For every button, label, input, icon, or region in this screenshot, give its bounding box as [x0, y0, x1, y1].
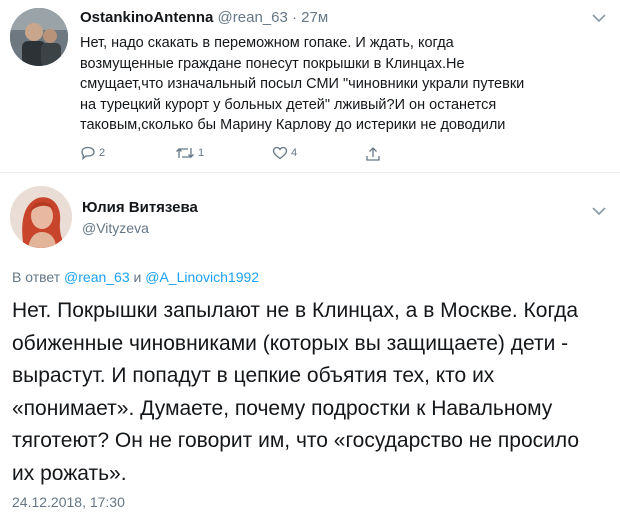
reply-context: В ответ @rean_63 и @A_Linovich1992 [12, 269, 259, 285]
retweet-count: 1 [198, 147, 205, 159]
heart-icon [272, 146, 288, 160]
text-line: тяготеют? Он не говорит им, что «государ… [12, 429, 580, 452]
author-name-2[interactable]: Юлия Витязева [82, 199, 198, 216]
reply-count: 2 [99, 147, 106, 159]
tweet-1-text: Нет, надо скакать в переможном гопаке. И… [80, 33, 590, 136]
reply-prefix: В ответ [12, 269, 61, 285]
text-line: «понимает». Думаете, почему подростки к … [12, 396, 553, 420]
author-handle-2[interactable]: @Vityzeva [82, 220, 149, 236]
text-line: вырастут. И попадут в цепкие объятия тех… [12, 364, 495, 387]
text-line: Нет. Покрышки запылают не в Клинцах, а в… [12, 299, 579, 322]
text-line: Нет, надо скакать в переможном гопаке. И… [80, 35, 454, 51]
divider [0, 172, 620, 173]
tweet-timestamp[interactable]: 24.12.2018, 17:30 [12, 494, 125, 510]
reply-handle-link[interactable]: @A_Linovich1992 [145, 269, 259, 285]
chevron-down-icon[interactable] [592, 10, 606, 26]
share-button[interactable] [365, 146, 381, 162]
reply-handle-link[interactable]: @rean_63 [64, 269, 130, 285]
text-line: их рожать». [12, 461, 127, 485]
author-handle[interactable]: @rean_63 [218, 9, 288, 26]
tweet-1: OstankinoAntenna @rean_63 · 27м Нет, над… [0, 0, 620, 170]
retweet-button[interactable]: 1 [175, 146, 204, 160]
share-icon [365, 146, 381, 162]
chevron-down-icon[interactable] [592, 203, 606, 219]
author-name[interactable]: OstankinoAntenna [80, 9, 213, 26]
tweet-1-header: OstankinoAntenna @rean_63 · 27м [80, 9, 328, 26]
like-count: 4 [291, 147, 298, 159]
avatar-vityzeva[interactable] [10, 186, 72, 248]
header-separator: · [291, 9, 297, 26]
reply-button[interactable]: 2 [80, 146, 105, 160]
text-line: возмущенные граждане понесут покрышки в … [80, 55, 465, 72]
text-line: на турецкий курорт у больных детей" лжив… [80, 96, 497, 113]
tweet-time[interactable]: 27м [301, 9, 328, 26]
avatar-ostankinoantenna[interactable] [10, 8, 68, 66]
like-button[interactable]: 4 [272, 146, 297, 160]
tweet-1-actions: 2 1 4 [80, 146, 480, 166]
tweet-2-text: Нет. Покрышки запылают не в Клинцах, а в… [12, 295, 612, 490]
reply-conjunction: и [133, 269, 142, 285]
text-line: обиженные чиновниками (которых вы защища… [12, 331, 569, 355]
retweet-icon [175, 146, 195, 160]
reply-icon [80, 146, 96, 160]
text-line: таковым,сколько бы Марину Карлову до ист… [80, 117, 506, 133]
text-line: смущает,что изначальный посыл СМИ "чинов… [80, 76, 525, 92]
